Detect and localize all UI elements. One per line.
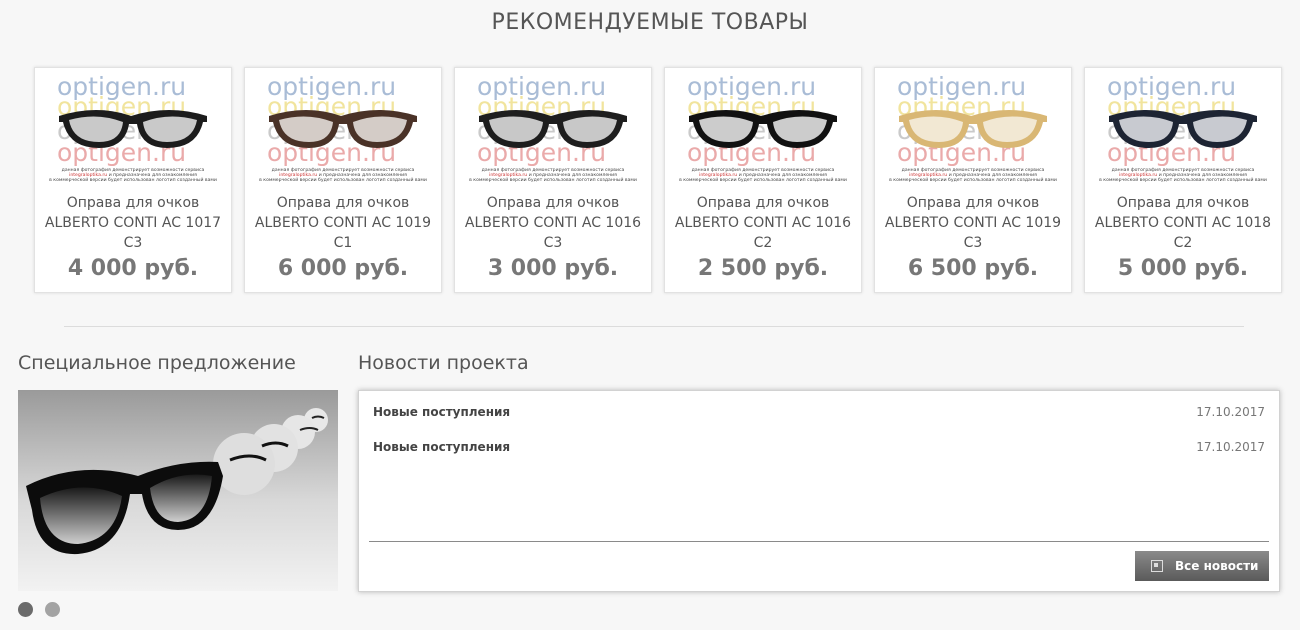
news-item-date: 17.10.2017 xyxy=(1196,440,1265,454)
watermark-notice: данная фотография демонстрирует возможно… xyxy=(889,168,1057,184)
all-news-button[interactable]: Все новости xyxy=(1135,551,1269,581)
product-price: 3 000 руб. xyxy=(487,256,619,281)
product-price: 6 500 руб. xyxy=(907,256,1039,281)
product-card[interactable]: optigen.ru optigen.ru optigen.ru optigen… xyxy=(1084,67,1282,293)
product-list: optigen.ru optigen.ru optigen.ru optigen… xyxy=(34,67,1282,293)
news-panel: Новые поступления 17.10.2017 Новые посту… xyxy=(358,390,1280,592)
product-image[interactable]: optigen.ru optigen.ru optigen.ru optigen… xyxy=(887,72,1059,184)
product-image[interactable]: optigen.ru optigen.ru optigen.ru optigen… xyxy=(257,72,429,184)
product-image[interactable]: optigen.ru optigen.ru optigen.ru optigen… xyxy=(467,72,639,184)
product-name[interactable]: Оправа для очков ALBERTO CONTI AC 1019 C… xyxy=(245,193,441,253)
product-image[interactable]: optigen.ru optigen.ru optigen.ru optigen… xyxy=(47,72,219,184)
watermark-notice: данная фотография демонстрирует возможно… xyxy=(1099,168,1267,184)
product-name[interactable]: Оправа для очков ALBERTO CONTI AC 1019 C… xyxy=(875,193,1071,253)
section-divider xyxy=(64,326,1244,327)
product-card[interactable]: optigen.ru optigen.ru optigen.ru optigen… xyxy=(454,67,652,293)
eyeglasses-icon xyxy=(899,110,1047,148)
eyeglasses-icon xyxy=(269,110,417,148)
news-item[interactable]: Новые поступления 17.10.2017 xyxy=(373,405,1265,423)
sunglasses-banner-image xyxy=(18,390,338,591)
product-image[interactable]: optigen.ru optigen.ru optigen.ru optigen… xyxy=(1097,72,1269,184)
news-item-title[interactable]: Новые поступления xyxy=(373,440,510,454)
recommended-title: РЕКОМЕНДУЕМЫЕ ТОВАРЫ xyxy=(491,10,809,35)
watermark-notice: данная фотография демонстрирует возможно… xyxy=(679,168,847,184)
watermark-notice: данная фотография демонстрирует возможно… xyxy=(49,168,217,184)
product-price: 5 000 руб. xyxy=(1117,256,1249,281)
product-card[interactable]: optigen.ru optigen.ru optigen.ru optigen… xyxy=(34,67,232,293)
news-title: Новости проекта xyxy=(358,352,529,374)
product-name[interactable]: Оправа для очков ALBERTO CONTI AC 1017 C… xyxy=(35,193,231,253)
product-name[interactable]: Оправа для очков ALBERTO CONTI AC 1018 C… xyxy=(1085,193,1281,253)
product-card[interactable]: optigen.ru optigen.ru optigen.ru optigen… xyxy=(664,67,862,293)
slider-dots xyxy=(18,602,72,621)
list-icon xyxy=(1151,560,1163,572)
eyeglasses-icon xyxy=(59,110,207,148)
news-item[interactable]: Новые поступления 17.10.2017 xyxy=(373,440,1265,458)
eyeglasses-icon xyxy=(1109,110,1257,148)
news-item-title[interactable]: Новые поступления xyxy=(373,405,510,419)
eyeglasses-icon xyxy=(479,110,627,148)
product-card[interactable]: optigen.ru optigen.ru optigen.ru optigen… xyxy=(244,67,442,293)
news-item-date: 17.10.2017 xyxy=(1196,405,1265,419)
eyeglasses-icon xyxy=(689,110,837,148)
watermark-notice: данная фотография демонстрирует возможно… xyxy=(469,168,637,184)
product-image[interactable]: optigen.ru optigen.ru optigen.ru optigen… xyxy=(677,72,849,184)
product-price: 6 000 руб. xyxy=(277,256,409,281)
slider-dot-active[interactable] xyxy=(18,602,33,617)
product-name[interactable]: Оправа для очков ALBERTO CONTI AC 1016 C… xyxy=(665,193,861,253)
slider-dot[interactable] xyxy=(45,602,60,617)
watermark-notice: данная фотография демонстрирует возможно… xyxy=(259,168,427,184)
product-name[interactable]: Оправа для очков ALBERTO CONTI AC 1016 C… xyxy=(455,193,651,253)
product-price: 2 500 руб. xyxy=(697,256,829,281)
product-card[interactable]: optigen.ru optigen.ru optigen.ru optigen… xyxy=(874,67,1072,293)
special-offer-title: Специальное предложение xyxy=(18,352,296,374)
news-divider xyxy=(369,541,1269,542)
product-price: 4 000 руб. xyxy=(67,256,199,281)
special-offer-banner[interactable] xyxy=(18,390,338,591)
